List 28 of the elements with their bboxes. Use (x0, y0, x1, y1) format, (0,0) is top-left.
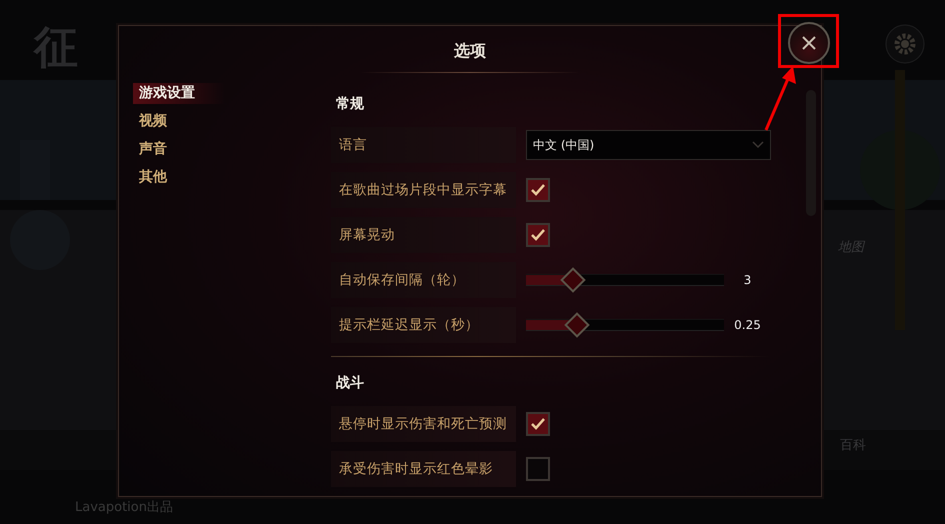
check-icon (531, 229, 545, 241)
nav-tab[interactable]: 其他 (139, 167, 167, 188)
setting-label: 提示栏延迟显示（秒） (331, 307, 516, 343)
setting-label: 自动保存间隔（轮） (331, 262, 516, 298)
checkbox[interactable] (526, 178, 550, 202)
nav-tab[interactable]: 视频 (139, 111, 167, 132)
chevron-icon (752, 141, 764, 149)
close-icon (801, 35, 817, 51)
close-button[interactable] (788, 22, 830, 64)
check-icon (531, 184, 545, 196)
dialog-title: 选项 (454, 41, 486, 62)
nav-tab[interactable]: 声音 (139, 139, 167, 160)
settings-icon[interactable] (885, 24, 925, 64)
checkbox[interactable] (526, 223, 550, 247)
section-heading: 常规 (336, 95, 365, 114)
slider-value: 3 (742, 273, 752, 287)
slider-value: 0.25 (733, 318, 762, 332)
language-dropdown[interactable]: 中文 (中国) (526, 130, 771, 160)
checkbox[interactable] (526, 457, 550, 481)
checkbox[interactable] (526, 412, 550, 436)
setting-label: 语言 (331, 127, 516, 163)
section-heading: 战斗 (336, 374, 365, 393)
highlight-frame (778, 14, 839, 68)
setting-label: 屏幕晃动 (331, 217, 516, 253)
setting-label: 悬停时显示伤害和死亡预测 (331, 406, 516, 442)
setting-label: 在歌曲过场片段中显示字幕 (331, 172, 516, 208)
setting-label: 承受伤害时显示红色晕影 (331, 451, 516, 487)
check-icon (531, 418, 545, 430)
